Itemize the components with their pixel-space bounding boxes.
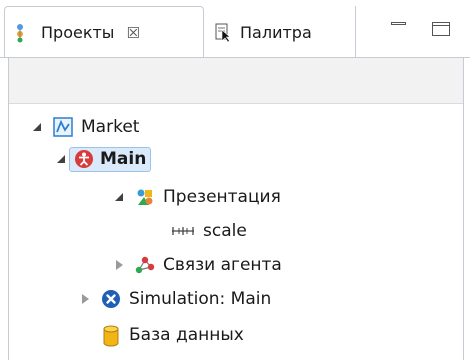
view-toolbar <box>8 58 464 104</box>
tab-projects[interactable]: Проекты ☒ <box>4 6 204 58</box>
palette-icon <box>214 22 232 43</box>
expand-toggle-icon[interactable] <box>113 190 127 204</box>
tree-item-label: Связи агента <box>163 255 282 275</box>
scale-icon <box>171 221 195 241</box>
presentation-icon <box>135 187 155 207</box>
tree-item-label: Презентация <box>163 187 281 207</box>
selected-item-highlight[interactable]: Main <box>69 146 152 172</box>
tree-item-presentation[interactable]: Презентация <box>113 182 281 212</box>
tab-projects-label: Проекты <box>41 23 115 42</box>
maximize-icon[interactable] <box>432 22 450 36</box>
tree-item-label: Market <box>81 117 140 137</box>
tree-item-simulation[interactable]: Simulation: Main <box>79 284 271 314</box>
collapse-toggle-icon[interactable] <box>79 292 93 306</box>
tree-item-label: База данных <box>129 325 244 345</box>
close-tab-icon[interactable]: ☒ <box>126 24 139 42</box>
expand-toggle-icon[interactable] <box>55 152 69 166</box>
simulation-icon <box>101 289 121 309</box>
tree-item-market[interactable]: Market <box>31 112 139 142</box>
tree-item-main[interactable]: Main <box>55 144 152 174</box>
view-tab-bar: Проекты ☒ Палитра <box>0 0 470 58</box>
minimize-icon[interactable] <box>390 22 408 36</box>
tree-item-agent-links[interactable]: Связи агента <box>113 250 282 280</box>
tab-palette[interactable]: Палитра <box>204 6 356 58</box>
tree-item-label: scale <box>203 221 247 241</box>
collapse-toggle-icon[interactable] <box>113 258 127 272</box>
model-icon <box>53 117 73 137</box>
projects-icon <box>15 23 33 43</box>
agent-links-icon <box>135 255 155 275</box>
database-icon <box>101 325 121 347</box>
tab-palette-label: Палитра <box>240 22 312 42</box>
tree-item-label: Main <box>100 148 147 169</box>
agent-icon <box>74 149 94 169</box>
expand-toggle-icon[interactable] <box>31 120 45 134</box>
project-tree: Market Main Презентация scale Связи аген… <box>8 104 464 360</box>
tree-item-label: Simulation: Main <box>129 289 272 309</box>
tree-item-database[interactable]: База данных <box>93 320 244 350</box>
tree-item-scale[interactable]: scale <box>163 216 247 246</box>
